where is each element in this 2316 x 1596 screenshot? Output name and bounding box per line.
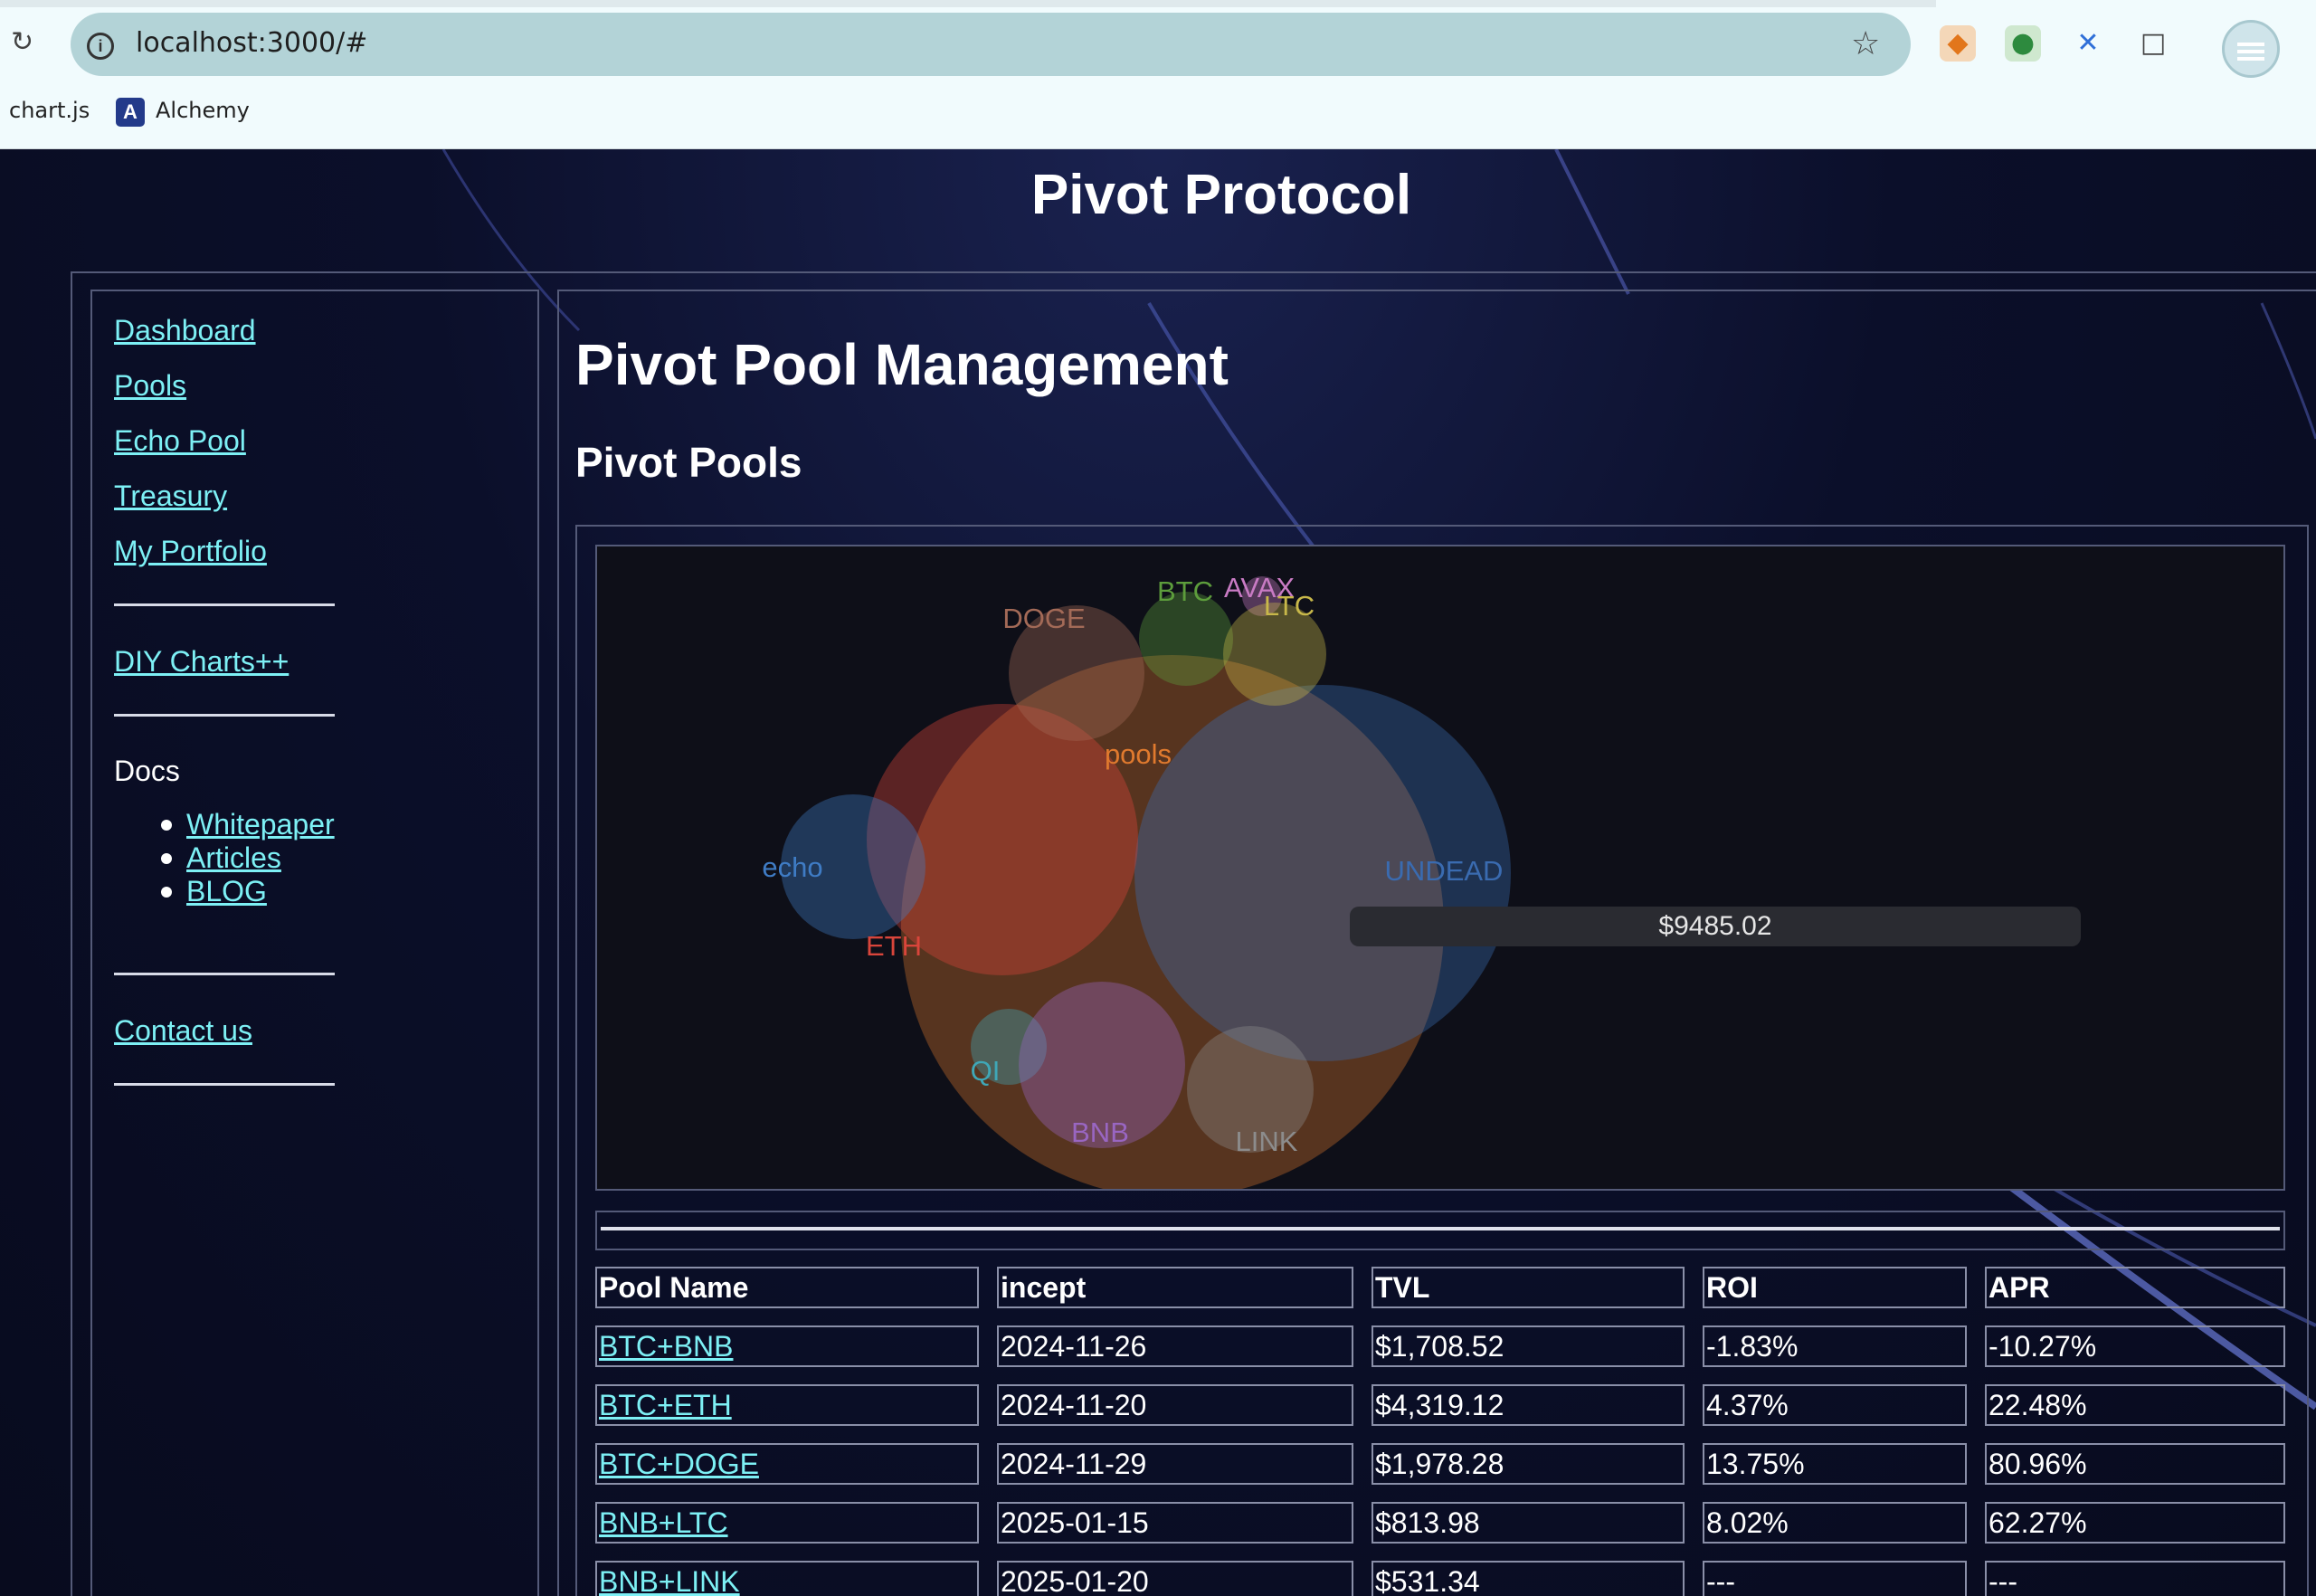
bubble-label-link: LINK bbox=[1236, 1126, 1298, 1157]
bubble-label-qi: QI bbox=[971, 1055, 1001, 1087]
page-title: Pivot Pool Management bbox=[575, 332, 1229, 397]
pool-name-cell[interactable]: BNB+LTC bbox=[595, 1502, 979, 1544]
bubble-label-bnb: BNB bbox=[1071, 1116, 1129, 1148]
bubble-label-undead: UNDEAD bbox=[1385, 855, 1504, 887]
nav-whitepaper[interactable]: Whitepaper bbox=[186, 808, 335, 841]
table-cell: 22.48% bbox=[1985, 1384, 2285, 1426]
nav-contact-us[interactable]: Contact us bbox=[114, 1014, 252, 1048]
table-cell: --- bbox=[1703, 1561, 1967, 1596]
url-text[interactable]: localhost:3000/# bbox=[136, 27, 367, 59]
nav-dashboard[interactable]: Dashboard bbox=[114, 314, 256, 347]
table-cell: 8.02% bbox=[1703, 1502, 1967, 1544]
table-cell: 2024-11-29 bbox=[997, 1443, 1353, 1485]
nav-divider bbox=[114, 973, 335, 975]
reload-icon[interactable]: ↻ bbox=[11, 29, 38, 56]
alchemy-icon: A bbox=[116, 98, 145, 127]
table-cell: 4.37% bbox=[1703, 1384, 1967, 1426]
pool-name-cell[interactable]: BTC+DOGE bbox=[595, 1443, 979, 1485]
table-cell: $4,319.12 bbox=[1372, 1384, 1685, 1426]
metamask-extension-icon[interactable]: ◆ bbox=[1940, 25, 1976, 62]
pool-link[interactable]: BNB+LINK bbox=[599, 1565, 740, 1596]
site-title: Pivot Protocol bbox=[1030, 164, 1412, 226]
nav-divider bbox=[114, 1083, 335, 1086]
table-cell: $813.98 bbox=[1372, 1502, 1685, 1544]
pool-link[interactable]: BTC+BNB bbox=[599, 1330, 733, 1363]
nav-treasury[interactable]: Treasury bbox=[114, 480, 227, 513]
nav-divider bbox=[114, 603, 335, 606]
browser-chrome: ↻ i localhost:3000/# ☆ ◆ ● ✕ □ chart.js … bbox=[0, 0, 2316, 149]
separator-line bbox=[601, 1227, 2280, 1230]
table-cell: $1,708.52 bbox=[1372, 1325, 1685, 1367]
table-cell: 2024-11-20 bbox=[997, 1384, 1353, 1426]
nav-diy-charts[interactable]: DIY Charts++ bbox=[114, 645, 289, 679]
pool-link[interactable]: BNB+LTC bbox=[599, 1506, 728, 1539]
table-cell: $1,978.28 bbox=[1372, 1443, 1685, 1485]
list-bullet bbox=[161, 820, 172, 831]
nav-pools[interactable]: Pools bbox=[114, 369, 186, 403]
pool-name-cell[interactable]: BNB+LINK bbox=[595, 1561, 979, 1596]
table-header-cell: Pool Name bbox=[595, 1267, 979, 1308]
table-cell: 2025-01-20 bbox=[997, 1561, 1353, 1596]
tab-strip-line bbox=[0, 0, 1936, 7]
bookmark-star-icon[interactable]: ☆ bbox=[1851, 25, 1880, 62]
table-cell: 62.27% bbox=[1985, 1502, 2285, 1544]
table-header-cell: TVL bbox=[1372, 1267, 1685, 1308]
pool-name-cell[interactable]: BTC+BNB bbox=[595, 1325, 979, 1367]
table-cell: 2025-01-15 bbox=[997, 1502, 1353, 1544]
table-cell: $531.34 bbox=[1372, 1561, 1685, 1596]
pool-link[interactable]: BTC+DOGE bbox=[599, 1448, 759, 1480]
section-title: Pivot Pools bbox=[575, 439, 802, 486]
nav-echo-pool[interactable]: Echo Pool bbox=[114, 424, 246, 458]
bubble-label-echo: echo bbox=[762, 851, 822, 883]
table-cell: --- bbox=[1985, 1561, 2285, 1596]
bubble-label-doge: DOGE bbox=[1002, 603, 1085, 634]
table-cell: -1.83% bbox=[1703, 1325, 1967, 1367]
nav-divider bbox=[114, 714, 335, 717]
table-header-cell: ROI bbox=[1703, 1267, 1967, 1308]
table-header-cell: incept bbox=[997, 1267, 1353, 1308]
table-header-cell: APR bbox=[1985, 1267, 2285, 1308]
extensions-puzzle-icon[interactable]: □ bbox=[2135, 25, 2171, 62]
table-cell: 13.75% bbox=[1703, 1443, 1967, 1485]
bubble-label-ltc: LTC bbox=[1264, 590, 1315, 622]
bubble-chart-svg[interactable]: poolsUNDEADETHechoDOGEBTC AVAXLTCQIBNB LIN… bbox=[597, 546, 2283, 1189]
bookmark-chartjs[interactable]: chart.js bbox=[9, 98, 90, 123]
docs-label: Docs bbox=[114, 755, 180, 787]
bubble-label-pools: pools bbox=[1105, 738, 1172, 770]
table-cell: -10.27% bbox=[1985, 1325, 2285, 1367]
nav-blog[interactable]: BLOG bbox=[186, 875, 267, 908]
nav-my-portfolio[interactable]: My Portfolio bbox=[114, 535, 267, 568]
bubble-label-btc: BTC bbox=[1157, 575, 1213, 607]
bookmark-alchemy[interactable]: Alchemy bbox=[156, 98, 250, 123]
nav-articles[interactable]: Articles bbox=[186, 841, 281, 875]
list-bullet bbox=[161, 887, 172, 898]
table-cell: 80.96% bbox=[1985, 1443, 2285, 1485]
bubble-chart[interactable]: pools UNDEAD ETH echo DOGE BTC AVAX LTC QI BNB LIN… bbox=[595, 545, 2285, 1191]
list-bullet bbox=[161, 853, 172, 864]
chart-tooltip: $9485.02 bbox=[1350, 907, 2081, 946]
pool-name-cell[interactable]: BTC+ETH bbox=[595, 1384, 979, 1426]
pool-link[interactable]: BTC+ETH bbox=[599, 1389, 732, 1421]
profile-avatar[interactable] bbox=[2222, 20, 2280, 78]
separator-box bbox=[595, 1211, 2285, 1250]
satellite-extension-icon[interactable]: ✕ bbox=[2070, 25, 2106, 62]
site-info-icon[interactable]: i bbox=[87, 33, 114, 60]
bubble-label-eth: ETH bbox=[866, 930, 922, 962]
table-cell: 2024-11-26 bbox=[997, 1325, 1353, 1367]
frog-extension-icon[interactable]: ● bbox=[2005, 25, 2041, 62]
